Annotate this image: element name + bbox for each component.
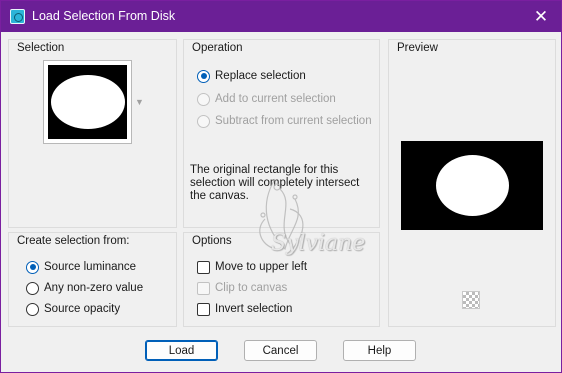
- checkbox[interactable]: [197, 281, 210, 295]
- selection-group-label: Selection: [17, 42, 65, 54]
- checkbox[interactable]: [197, 260, 210, 274]
- radio-button[interactable]: [197, 92, 210, 106]
- dialog-window: Load Selection From Disk ✕ Selection ▼ O…: [0, 0, 562, 373]
- chevron-down-icon[interactable]: ▼: [135, 97, 144, 107]
- preview-group: Preview: [388, 39, 556, 327]
- create-from-group-label: Create selection from:: [17, 235, 130, 247]
- selection-ellipse: [51, 75, 125, 129]
- checkbox-invert-selection[interactable]: Invert selection: [197, 301, 292, 317]
- selection-group: Selection ▼: [8, 39, 177, 228]
- radio-label: Subtract from current selection: [215, 115, 372, 127]
- help-button[interactable]: Help: [343, 340, 416, 361]
- radio-source-opacity[interactable]: Source opacity: [26, 301, 120, 317]
- operation-group-label: Operation: [192, 42, 243, 54]
- radio-source-luminance[interactable]: Source luminance: [26, 259, 136, 275]
- radio-any-non-zero[interactable]: Any non-zero value: [26, 280, 143, 296]
- radio-button[interactable]: [26, 281, 39, 295]
- radio-button[interactable]: [197, 114, 210, 128]
- radio-label: Any non-zero value: [44, 282, 144, 294]
- radio-button[interactable]: [26, 260, 39, 274]
- radio-replace-selection[interactable]: Replace selection: [197, 68, 306, 84]
- window-title: Load Selection From Disk: [32, 9, 176, 23]
- checkbox-move-to-upper-left[interactable]: Move to upper left: [197, 259, 307, 275]
- close-icon[interactable]: ✕: [521, 1, 561, 32]
- checkbox-label: Clip to canvas: [215, 282, 288, 294]
- transparency-checker-icon[interactable]: [462, 291, 480, 309]
- checkbox-label: Invert selection: [215, 303, 293, 315]
- radio-label: Replace selection: [215, 70, 306, 82]
- radio-button[interactable]: [26, 302, 39, 316]
- preview-ellipse: [436, 155, 509, 216]
- preview-image: [401, 141, 543, 230]
- radio-label: Source opacity: [44, 303, 121, 315]
- options-group-label: Options: [192, 235, 232, 247]
- app-icon: [10, 9, 25, 24]
- title-bar[interactable]: Load Selection From Disk ✕: [1, 1, 561, 32]
- checkbox[interactable]: [197, 302, 210, 316]
- radio-subtract-from-selection[interactable]: Subtract from current selection: [197, 113, 372, 129]
- operation-group: Operation Replace selection Add to curre…: [183, 39, 380, 228]
- checkbox-clip-to-canvas[interactable]: Clip to canvas: [197, 280, 287, 296]
- cancel-button[interactable]: Cancel: [244, 340, 317, 361]
- selection-thumbnail[interactable]: [43, 60, 132, 144]
- load-button[interactable]: Load: [145, 340, 218, 361]
- operation-info-text: The original rectangle for this selectio…: [190, 164, 360, 202]
- radio-label: Add to current selection: [215, 93, 336, 105]
- radio-add-to-selection[interactable]: Add to current selection: [197, 91, 336, 107]
- checkbox-label: Move to upper left: [215, 261, 308, 273]
- options-group: Options Move to upper left Clip to canva…: [183, 232, 380, 327]
- create-from-group: Create selection from: Source luminance …: [8, 232, 177, 327]
- radio-button[interactable]: [197, 69, 210, 83]
- selection-thumbnail-image: [48, 65, 127, 139]
- radio-label: Source luminance: [44, 261, 137, 273]
- preview-group-label: Preview: [397, 42, 438, 54]
